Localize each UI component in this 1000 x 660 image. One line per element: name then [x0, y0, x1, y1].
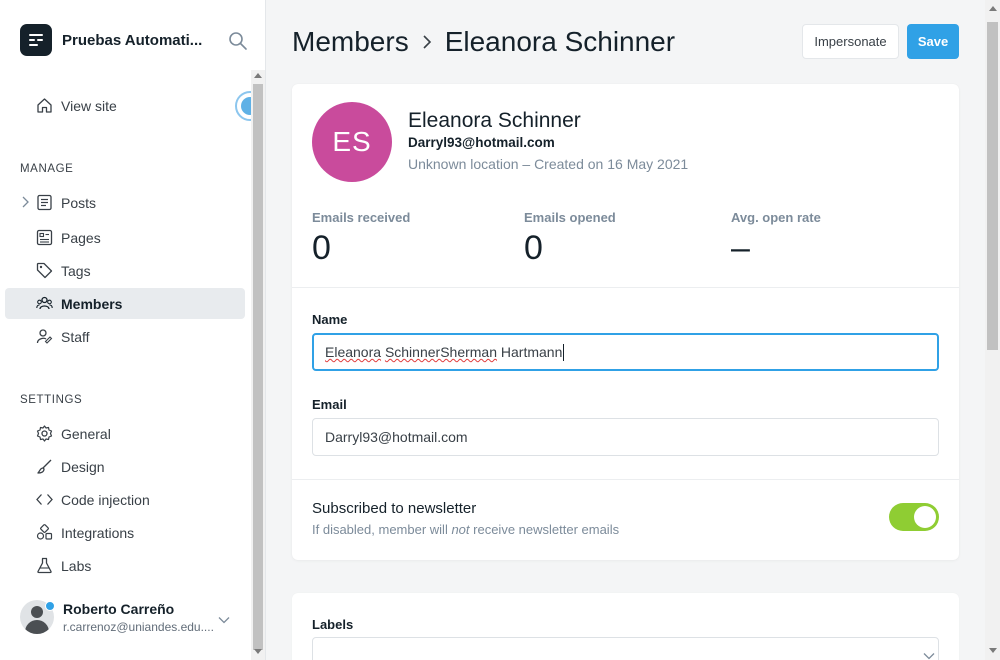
scroll-down-arrow-icon[interactable] — [989, 648, 997, 653]
tag-icon — [36, 262, 53, 279]
sidebar-item-label: General — [61, 425, 111, 442]
site-title: Pruebas Automati... — [62, 31, 203, 49]
sidebar-item-posts[interactable]: Posts — [5, 187, 245, 218]
sidebar-item-design[interactable]: Design — [5, 451, 245, 482]
name-value-word: Hartmann — [500, 344, 563, 360]
email-label: Email — [312, 397, 347, 412]
sidebar-item-pages[interactable]: Pages — [5, 222, 245, 253]
sidebar-item-label: View site — [61, 97, 117, 114]
chevron-down-icon[interactable] — [218, 616, 230, 624]
sidebar-item-label: Pages — [61, 229, 101, 246]
sidebar-item-labs[interactable]: Labs — [5, 550, 245, 581]
sidebar-item-tags[interactable]: Tags — [5, 255, 245, 286]
stat-label: Emails received — [312, 210, 411, 225]
pages-icon — [36, 229, 53, 246]
member-email: Darryl93@hotmail.com — [408, 135, 555, 150]
notification-dot — [45, 601, 55, 611]
member-meta: Unknown location – Created on 16 May 202… — [408, 156, 689, 172]
name-value-word: SchinnerSherman — [384, 344, 497, 360]
stat-value: – — [731, 229, 750, 267]
stat-label: Emails opened — [524, 210, 616, 225]
newsletter-toggle[interactable] — [889, 503, 939, 531]
sidebar-item-label: Design — [61, 458, 105, 475]
email-value: Darryl93@hotmail.com — [325, 429, 468, 445]
sidebar-item-general[interactable]: General — [5, 418, 245, 449]
newsletter-description: If disabled, member will not receive new… — [312, 522, 620, 537]
sidebar-item-staff[interactable]: Staff — [5, 321, 245, 352]
member-avatar: ES — [312, 102, 392, 182]
name-input[interactable]: Eleanora SchinnerSherman Hartmann — [312, 333, 939, 371]
divider — [292, 479, 959, 480]
posts-icon — [36, 194, 53, 211]
settings-section-title: SETTINGS — [20, 394, 83, 406]
search-icon[interactable] — [228, 31, 248, 51]
sidebar-item-members[interactable]: Members — [5, 288, 245, 319]
members-icon — [36, 295, 53, 312]
breadcrumb-members-link[interactable]: Members — [292, 26, 409, 58]
stat-emails-received: Emails received 0 — [312, 210, 410, 268]
page-title: Eleanora Schinner — [444, 26, 676, 57]
stat-emails-opened: Emails opened 0 — [524, 210, 616, 268]
breadcrumb: Members Eleanora Schinner — [292, 26, 675, 58]
toggle-knob — [914, 506, 936, 528]
sidebar-scrollbar[interactable] — [251, 70, 265, 660]
code-icon — [36, 491, 53, 508]
staff-icon — [36, 328, 53, 345]
sidebar-item-view-site[interactable]: View site — [5, 90, 245, 121]
sidebar-item-label: Code injection — [61, 491, 150, 508]
sidebar-item-label: Members — [61, 295, 123, 312]
scroll-down-arrow-icon[interactable] — [254, 649, 262, 654]
member-name: Eleanora Schinner — [408, 109, 581, 132]
stat-value: 0 — [312, 229, 331, 267]
sidebar-item-label: Posts — [61, 194, 97, 211]
main-scrollbar[interactable] — [985, 0, 1000, 660]
text-caret — [563, 343, 565, 361]
divider — [292, 287, 959, 288]
email-input[interactable]: Darryl93@hotmail.com — [312, 418, 939, 456]
sidebar-scrollbar-thumb[interactable] — [253, 84, 263, 650]
save-button[interactable]: Save — [907, 24, 959, 59]
home-icon — [36, 97, 53, 114]
sidebar-item-label: Integrations — [61, 524, 135, 541]
sidebar-item-label: Labs — [61, 557, 92, 574]
impersonate-button[interactable]: Impersonate — [802, 24, 899, 59]
stat-value: 0 — [524, 229, 543, 267]
chevron-right-icon[interactable] — [21, 196, 29, 208]
sidebar-item-code-injection[interactable]: Code injection — [5, 484, 245, 515]
ghost-logo-icon — [20, 24, 52, 56]
sidebar-item-integrations[interactable]: Integrations — [5, 517, 245, 548]
name-label: Name — [312, 312, 348, 327]
chevron-right-icon — [422, 34, 432, 50]
main-scrollbar-thumb[interactable] — [987, 22, 998, 350]
name-value-word: Eleanora — [325, 344, 382, 360]
flask-icon — [36, 557, 53, 574]
chevron-down-icon[interactable] — [923, 652, 935, 660]
user-name: Roberto Carreño — [63, 600, 175, 617]
labels-select[interactable] — [312, 637, 939, 660]
brush-icon — [36, 458, 53, 475]
manage-section-title: MANAGE — [20, 163, 74, 175]
scroll-up-arrow-icon[interactable] — [989, 6, 997, 11]
labels-card: Labels — [292, 593, 959, 660]
sidebar-item-label: Staff — [61, 328, 90, 345]
brand[interactable]: Pruebas Automati... — [20, 24, 212, 56]
integrations-icon — [36, 524, 53, 541]
gear-icon — [36, 425, 53, 442]
newsletter-title: Subscribed to newsletter — [312, 500, 477, 517]
stat-label: Avg. open rate — [731, 210, 821, 225]
user-email: r.carrenoz@uniandes.edu.... — [63, 619, 214, 634]
labels-label: Labels — [312, 617, 354, 632]
stat-avg-open-rate: Avg. open rate – — [731, 210, 821, 268]
member-details-card: ES Eleanora Schinner Darryl93@hotmail.co… — [292, 84, 959, 560]
scroll-up-arrow-icon[interactable] — [254, 73, 262, 78]
sidebar: Pruebas Automati... View site MANAGE Pos… — [0, 0, 266, 660]
sidebar-item-label: Tags — [61, 262, 91, 279]
